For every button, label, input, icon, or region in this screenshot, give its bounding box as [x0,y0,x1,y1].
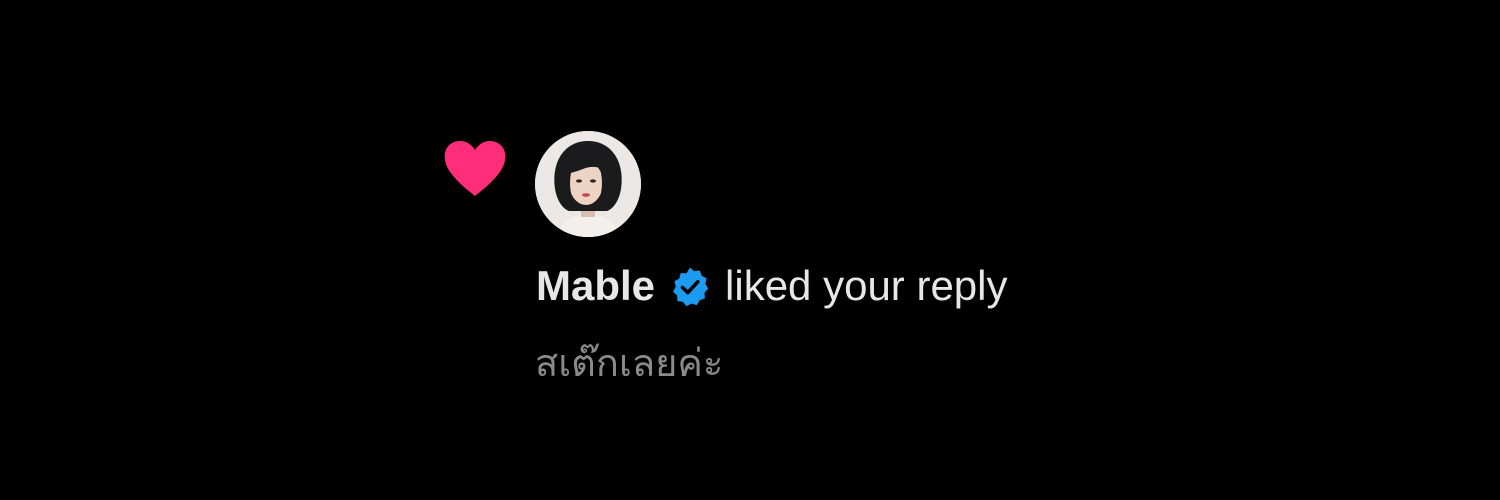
notification-screen: Mable liked your reply สเต๊กเลยค่ะ [0,0,1500,500]
action-text: liked your reply [725,262,1008,309]
username[interactable]: Mable [536,262,655,310]
avatar[interactable] [535,131,641,237]
like-notification[interactable]: Mable liked your reply สเต๊กเลยค่ะ [0,0,1500,500]
reply-excerpt[interactable]: สเต๊กเลยค่ะ [535,332,723,393]
verified-badge-icon [669,266,711,308]
notification-message: Mable liked your reply [536,258,1008,314]
heart-icon [443,140,507,198]
